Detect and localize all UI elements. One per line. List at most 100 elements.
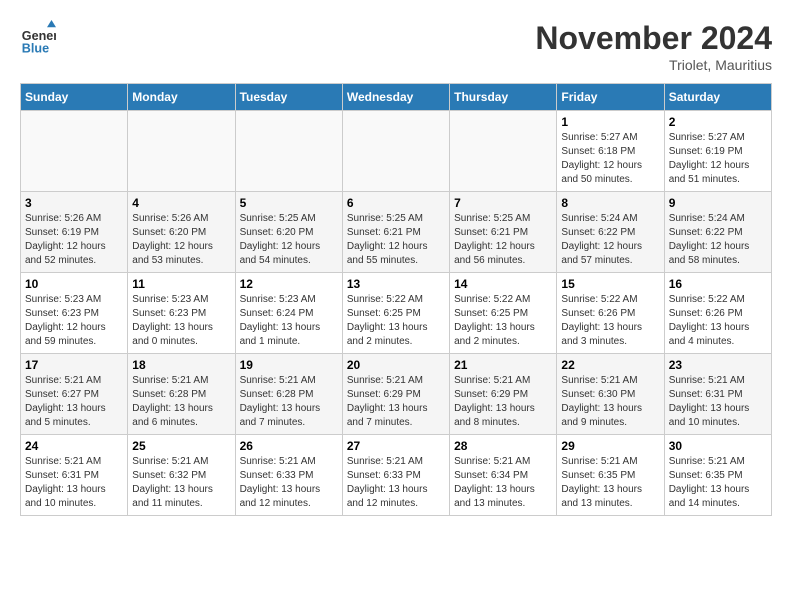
day-info: Sunrise: 5:21 AMSunset: 6:33 PMDaylight:… — [347, 455, 445, 511]
weekday-header-row: SundayMondayTuesdayWednesdayThursdayFrid… — [21, 84, 772, 111]
day-cell: 13 Sunrise: 5:22 AMSunset: 6:25 PMDayligh… — [342, 273, 449, 354]
day-info: Sunrise: 5:21 AMSunset: 6:27 PMDaylight:… — [25, 374, 123, 430]
day-info: Sunrise: 5:21 AMSunset: 6:28 PMDaylight:… — [132, 374, 230, 430]
day-number: 25 — [132, 439, 230, 453]
title-block: November 2024 Triolet, Mauritius — [535, 20, 772, 73]
day-info: Sunrise: 5:21 AMSunset: 6:29 PMDaylight:… — [347, 374, 445, 430]
week-row-3: 10 Sunrise: 5:23 AMSunset: 6:23 PMDayligh… — [21, 273, 772, 354]
day-number: 3 — [25, 196, 123, 210]
day-number: 6 — [347, 196, 445, 210]
day-info: Sunrise: 5:27 AMSunset: 6:19 PMDaylight:… — [669, 131, 767, 187]
day-number: 1 — [561, 115, 659, 129]
day-number: 24 — [25, 439, 123, 453]
day-info: Sunrise: 5:21 AMSunset: 6:29 PMDaylight:… — [454, 374, 552, 430]
weekday-header-sunday: Sunday — [21, 84, 128, 111]
day-info: Sunrise: 5:21 AMSunset: 6:34 PMDaylight:… — [454, 455, 552, 511]
svg-text:Blue: Blue — [22, 41, 49, 55]
day-info: Sunrise: 5:21 AMSunset: 6:35 PMDaylight:… — [669, 455, 767, 511]
day-number: 13 — [347, 277, 445, 291]
day-number: 30 — [669, 439, 767, 453]
day-info: Sunrise: 5:22 AMSunset: 6:26 PMDaylight:… — [669, 293, 767, 349]
day-number: 4 — [132, 196, 230, 210]
day-cell: 16 Sunrise: 5:22 AMSunset: 6:26 PMDayligh… — [664, 273, 771, 354]
day-cell: 1Sunrise: 5:27 AMSunset: 6:18 PMDaylight… — [557, 111, 664, 192]
day-number: 23 — [669, 358, 767, 372]
day-cell: 17Sunrise: 5:21 AMSunset: 6:27 PMDayligh… — [21, 354, 128, 435]
day-cell — [342, 111, 449, 192]
day-info: Sunrise: 5:24 AMSunset: 6:22 PMDaylight:… — [561, 212, 659, 268]
day-number: 8 — [561, 196, 659, 210]
day-number: 18 — [132, 358, 230, 372]
day-cell: 3 Sunrise: 5:26 AMSunset: 6:19 PMDaylight… — [21, 192, 128, 273]
day-cell: 2 Sunrise: 5:27 AMSunset: 6:19 PMDaylight… — [664, 111, 771, 192]
day-cell: 27 Sunrise: 5:21 AMSunset: 6:33 PMDayligh… — [342, 435, 449, 516]
day-info: Sunrise: 5:23 AMSunset: 6:23 PMDaylight:… — [132, 293, 230, 349]
day-cell — [235, 111, 342, 192]
day-info: Sunrise: 5:26 AMSunset: 6:20 PMDaylight:… — [132, 212, 230, 268]
day-cell: 18 Sunrise: 5:21 AMSunset: 6:28 PMDayligh… — [128, 354, 235, 435]
day-cell: 21 Sunrise: 5:21 AMSunset: 6:29 PMDayligh… — [450, 354, 557, 435]
week-row-4: 17Sunrise: 5:21 AMSunset: 6:27 PMDayligh… — [21, 354, 772, 435]
day-cell: 10 Sunrise: 5:23 AMSunset: 6:23 PMDayligh… — [21, 273, 128, 354]
calendar-table: SundayMondayTuesdayWednesdayThursdayFrid… — [20, 83, 772, 516]
day-cell: 25Sunrise: 5:21 AMSunset: 6:32 PMDayligh… — [128, 435, 235, 516]
month-title: November 2024 — [535, 20, 772, 57]
day-cell: 24Sunrise: 5:21 AMSunset: 6:31 PMDayligh… — [21, 435, 128, 516]
day-info: Sunrise: 5:23 AMSunset: 6:24 PMDaylight:… — [240, 293, 338, 349]
day-cell: 20 Sunrise: 5:21 AMSunset: 6:29 PMDayligh… — [342, 354, 449, 435]
day-cell: 7Sunrise: 5:25 AMSunset: 6:21 PMDaylight… — [450, 192, 557, 273]
day-cell: 8 Sunrise: 5:24 AMSunset: 6:22 PMDaylight… — [557, 192, 664, 273]
day-cell: 12Sunrise: 5:23 AMSunset: 6:24 PMDayligh… — [235, 273, 342, 354]
day-cell: 28 Sunrise: 5:21 AMSunset: 6:34 PMDayligh… — [450, 435, 557, 516]
day-number: 26 — [240, 439, 338, 453]
day-cell: 15Sunrise: 5:22 AMSunset: 6:26 PMDayligh… — [557, 273, 664, 354]
day-number: 2 — [669, 115, 767, 129]
day-number: 20 — [347, 358, 445, 372]
day-number: 21 — [454, 358, 552, 372]
day-number: 5 — [240, 196, 338, 210]
day-number: 7 — [454, 196, 552, 210]
day-info: Sunrise: 5:21 AMSunset: 6:31 PMDaylight:… — [669, 374, 767, 430]
day-cell — [450, 111, 557, 192]
day-cell: 9 Sunrise: 5:24 AMSunset: 6:22 PMDaylight… — [664, 192, 771, 273]
day-info: Sunrise: 5:21 AMSunset: 6:33 PMDaylight:… — [240, 455, 338, 511]
logo: General Blue — [20, 20, 56, 56]
day-info: Sunrise: 5:26 AMSunset: 6:19 PMDaylight:… — [25, 212, 123, 268]
day-number: 9 — [669, 196, 767, 210]
day-cell: 30 Sunrise: 5:21 AMSunset: 6:35 PMDayligh… — [664, 435, 771, 516]
day-number: 15 — [561, 277, 659, 291]
day-info: Sunrise: 5:22 AMSunset: 6:25 PMDaylight:… — [347, 293, 445, 349]
day-cell: 23 Sunrise: 5:21 AMSunset: 6:31 PMDayligh… — [664, 354, 771, 435]
day-number: 19 — [240, 358, 338, 372]
day-number: 27 — [347, 439, 445, 453]
week-row-2: 3 Sunrise: 5:26 AMSunset: 6:19 PMDaylight… — [21, 192, 772, 273]
day-info: Sunrise: 5:22 AMSunset: 6:25 PMDaylight:… — [454, 293, 552, 349]
weekday-header-monday: Monday — [128, 84, 235, 111]
day-number: 11 — [132, 277, 230, 291]
day-cell: 26 Sunrise: 5:21 AMSunset: 6:33 PMDayligh… — [235, 435, 342, 516]
logo-icon: General Blue — [20, 20, 56, 56]
day-info: Sunrise: 5:23 AMSunset: 6:23 PMDaylight:… — [25, 293, 123, 349]
day-number: 14 — [454, 277, 552, 291]
day-number: 28 — [454, 439, 552, 453]
day-info: Sunrise: 5:25 AMSunset: 6:21 PMDaylight:… — [347, 212, 445, 268]
day-cell — [128, 111, 235, 192]
day-number: 10 — [25, 277, 123, 291]
weekday-header-wednesday: Wednesday — [342, 84, 449, 111]
week-row-5: 24Sunrise: 5:21 AMSunset: 6:31 PMDayligh… — [21, 435, 772, 516]
day-cell: 6 Sunrise: 5:25 AMSunset: 6:21 PMDaylight… — [342, 192, 449, 273]
day-cell: 29Sunrise: 5:21 AMSunset: 6:35 PMDayligh… — [557, 435, 664, 516]
weekday-header-thursday: Thursday — [450, 84, 557, 111]
weekday-header-friday: Friday — [557, 84, 664, 111]
day-cell — [21, 111, 128, 192]
day-info: Sunrise: 5:24 AMSunset: 6:22 PMDaylight:… — [669, 212, 767, 268]
day-cell: 22 Sunrise: 5:21 AMSunset: 6:30 PMDayligh… — [557, 354, 664, 435]
week-row-1: 1Sunrise: 5:27 AMSunset: 6:18 PMDaylight… — [21, 111, 772, 192]
day-info: Sunrise: 5:21 AMSunset: 6:30 PMDaylight:… — [561, 374, 659, 430]
day-number: 22 — [561, 358, 659, 372]
page-header: General Blue November 2024 Triolet, Maur… — [20, 20, 772, 73]
weekday-header-tuesday: Tuesday — [235, 84, 342, 111]
day-number: 16 — [669, 277, 767, 291]
day-info: Sunrise: 5:21 AMSunset: 6:28 PMDaylight:… — [240, 374, 338, 430]
day-info: Sunrise: 5:25 AMSunset: 6:20 PMDaylight:… — [240, 212, 338, 268]
